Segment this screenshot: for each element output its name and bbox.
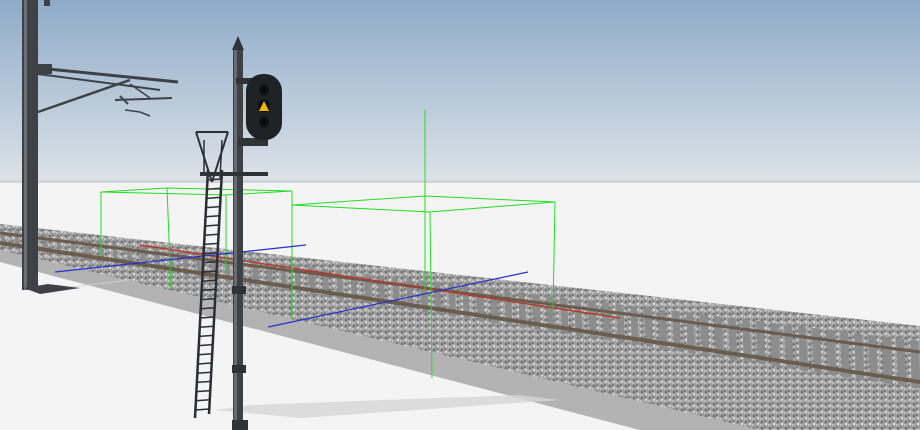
ladder-rung bbox=[198, 343, 213, 347]
railway-scene bbox=[0, 0, 920, 430]
ladder-rung bbox=[204, 242, 219, 246]
ladder-rung bbox=[202, 279, 217, 282]
ladder-rung bbox=[195, 399, 210, 402]
ladder-rung bbox=[197, 371, 212, 374]
ladder-rung bbox=[198, 353, 213, 356]
ladder-rung bbox=[206, 187, 222, 190]
sky bbox=[0, 0, 920, 183]
ladder-rung bbox=[203, 261, 218, 264]
ladder-rung bbox=[199, 325, 214, 328]
ladder-rung bbox=[196, 389, 211, 393]
signal-head[interactable] bbox=[246, 74, 282, 140]
ladder-rung bbox=[207, 178, 222, 181]
ladder-rung bbox=[199, 334, 214, 338]
ladder-rung bbox=[206, 196, 221, 200]
ladder-rung bbox=[205, 224, 220, 227]
ladder-rung bbox=[200, 316, 215, 319]
ladder-rung bbox=[204, 233, 219, 236]
ladder-rung bbox=[197, 362, 212, 365]
ladder-rung bbox=[201, 297, 216, 301]
ladder-rung bbox=[205, 205, 221, 209]
ladder-rung bbox=[196, 380, 211, 384]
horizon-line bbox=[0, 180, 920, 183]
ladder-rung bbox=[205, 215, 220, 218]
ladder-rung bbox=[202, 270, 217, 273]
ladder-rung bbox=[203, 251, 218, 255]
ladder-rung bbox=[195, 408, 210, 411]
3d-viewport[interactable] bbox=[0, 0, 920, 430]
ladder-rung bbox=[201, 288, 216, 292]
ladder-rung bbox=[200, 307, 215, 310]
